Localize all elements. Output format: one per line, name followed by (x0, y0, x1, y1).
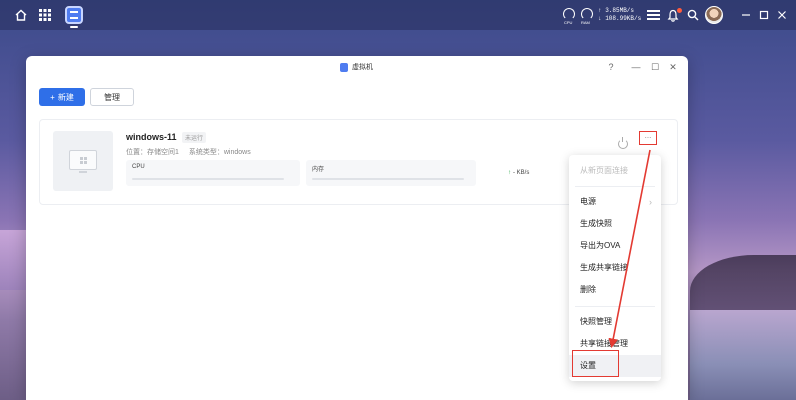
app-grid-icon[interactable] (36, 6, 54, 24)
memory-label: 内存 (312, 167, 325, 173)
notification-badge (677, 8, 682, 13)
new-vm-button[interactable]: + 新建 (39, 88, 85, 106)
cpu-label: CPU (132, 164, 145, 170)
desktop-top-bar: CPU RAM ↑ 3.85MB/s ↓ 108.99KB/s (0, 0, 796, 30)
vm-location: 位置：存储空间1 (126, 149, 179, 156)
desktop-minimize-icon[interactable] (737, 6, 755, 24)
windows-logo-icon (79, 156, 87, 164)
search-icon[interactable] (684, 6, 702, 24)
menu-divider (575, 306, 655, 307)
power-icon[interactable] (618, 137, 628, 149)
wallpaper-hill (690, 255, 796, 315)
memory-stat: 内存 (306, 160, 476, 186)
vm-thumbnail (53, 131, 113, 191)
wallpaper-water (690, 310, 796, 400)
network-download-speed: ↓ 108.99KB/s (598, 15, 642, 22)
wallpaper-glow (0, 230, 26, 290)
settings-highlight-annotation (572, 350, 619, 377)
menu-item-create-share-link[interactable]: 生成共享链接 (569, 257, 661, 279)
new-vm-label: 新建 (57, 92, 74, 102)
menu-item-power[interactable]: 电源 › (569, 191, 661, 213)
monitor-stand (79, 171, 87, 173)
vm-context-menu: 从新页面连接 电源 › 生成快照 导出为OVA 生成共享链接 删除 快照管理 共… (569, 155, 661, 381)
task-list-icon[interactable] (644, 6, 662, 24)
vm-network-speed: ↑ - KB/s (508, 170, 529, 176)
ram-gauge-icon[interactable] (581, 8, 593, 20)
active-app-indicator (70, 26, 78, 28)
ram-gauge-label: RAM (581, 20, 590, 25)
window-title: 虚拟机 (352, 64, 373, 71)
virtual-machine-app-icon[interactable] (65, 6, 83, 24)
home-icon[interactable] (12, 6, 30, 24)
menu-item-delete[interactable]: 删除 (569, 279, 661, 301)
cpu-stat: CPU (126, 160, 300, 186)
virtual-machine-title-icon (340, 62, 348, 72)
vm-network-speed-value: - KB/s (513, 170, 530, 176)
vm-system-type: 系统类型：windows (188, 149, 251, 156)
network-speed[interactable]: ↑ 3.85MB/s ↓ 108.99KB/s (598, 7, 644, 23)
cpu-gauge-icon[interactable] (563, 8, 575, 20)
network-upload-speed: ↑ 3.85MB/s (598, 7, 635, 14)
cpu-gauge-label: CPU (564, 20, 573, 25)
desktop-close-icon[interactable] (773, 6, 791, 24)
more-options-button[interactable]: ... (639, 131, 657, 145)
monitor-icon (69, 150, 97, 170)
upload-arrow-icon: ↑ (508, 170, 511, 176)
window-titlebar[interactable]: 虚拟机 ? — ☐ ✕ (26, 56, 688, 78)
menu-item-power-label: 电源 (580, 197, 596, 206)
manage-button[interactable]: 管理 (90, 88, 134, 106)
menu-item-snapshot-management[interactable]: 快照管理 (569, 311, 661, 333)
maximize-button[interactable]: ☐ (649, 61, 661, 73)
window-title-group: 虚拟机 (340, 62, 373, 72)
cpu-bar (132, 178, 284, 180)
minimize-button[interactable]: — (630, 61, 642, 73)
chevron-right-icon: › (649, 197, 652, 207)
menu-item-create-snapshot[interactable]: 生成快照 (569, 213, 661, 235)
vm-name: windows-11 (126, 132, 177, 142)
user-avatar[interactable] (705, 6, 723, 24)
close-button[interactable]: ✕ (667, 61, 679, 73)
menu-item-open-new-page[interactable]: 从新页面连接 (569, 160, 661, 182)
desktop-restore-icon[interactable] (755, 6, 773, 24)
menu-divider (575, 186, 655, 187)
vm-meta: 位置：存储空间1 系统类型：windows (126, 147, 251, 157)
vm-status-badge: 未运行 (182, 132, 207, 143)
plus-icon: + (50, 92, 55, 102)
menu-item-export-ova[interactable]: 导出为OVA (569, 235, 661, 257)
memory-bar (312, 178, 464, 180)
help-button[interactable]: ? (605, 61, 617, 73)
